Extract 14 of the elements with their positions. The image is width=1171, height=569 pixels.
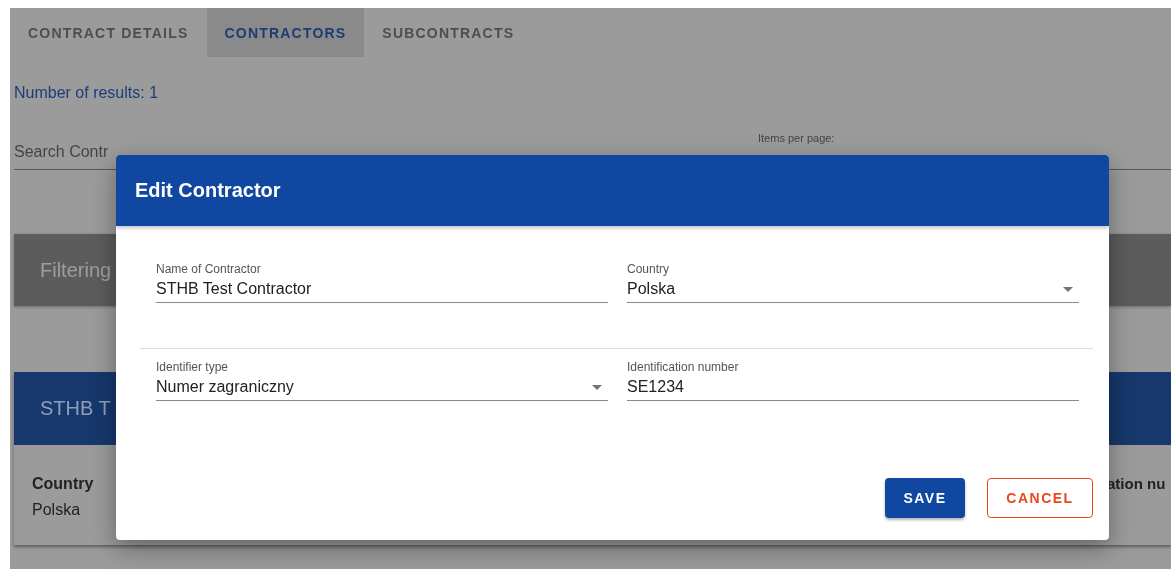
select-field[interactable]: Identifier type Numer zagraniczny [156, 360, 608, 401]
dialog-title: Edit Contractor [135, 179, 281, 202]
dropdown-caret-icon [1063, 286, 1073, 292]
save-button[interactable]: SAVE [885, 478, 965, 518]
field-label: Country [32, 475, 94, 493]
column-heading: ation nu [1107, 475, 1166, 492]
select-field[interactable]: Country Polska [627, 262, 1079, 303]
items-per-page-label: Items per page: [758, 132, 835, 144]
results-count: Number of results: 1 [14, 84, 160, 102]
input-field[interactable]: Name of Contractor STHB Test Contractor [156, 262, 608, 303]
input-field[interactable]: Identification number SE1234 [627, 360, 1079, 401]
field-value: Polska [32, 501, 81, 519]
dropdown-caret-icon [592, 384, 602, 390]
cancel-button[interactable]: CANCEL [987, 478, 1093, 518]
